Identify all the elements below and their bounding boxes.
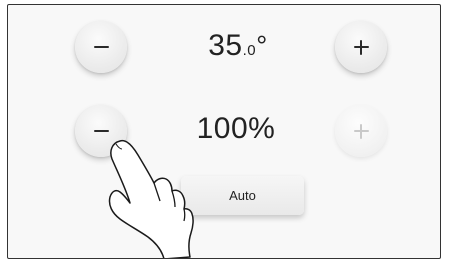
humidity-increase-button[interactable] bbox=[335, 105, 387, 157]
temperature-increase-button[interactable] bbox=[335, 21, 387, 73]
minus-icon bbox=[93, 130, 109, 132]
temperature-display: 35.0° bbox=[193, 29, 283, 63]
minus-icon bbox=[93, 46, 109, 48]
humidity-decrease-button[interactable] bbox=[75, 105, 127, 157]
plus-icon bbox=[353, 123, 369, 139]
auto-mode-button[interactable]: Auto bbox=[181, 176, 304, 215]
humidity-display: 100% bbox=[196, 112, 276, 145]
plus-icon bbox=[353, 39, 369, 55]
temperature-unit: ° bbox=[256, 30, 268, 61]
temperature-decimal: .0 bbox=[242, 42, 257, 59]
temperature-decrease-button[interactable] bbox=[75, 21, 127, 73]
thermostat-panel: 35.0° 100% Auto bbox=[7, 4, 441, 259]
temperature-integer: 35 bbox=[208, 29, 243, 62]
